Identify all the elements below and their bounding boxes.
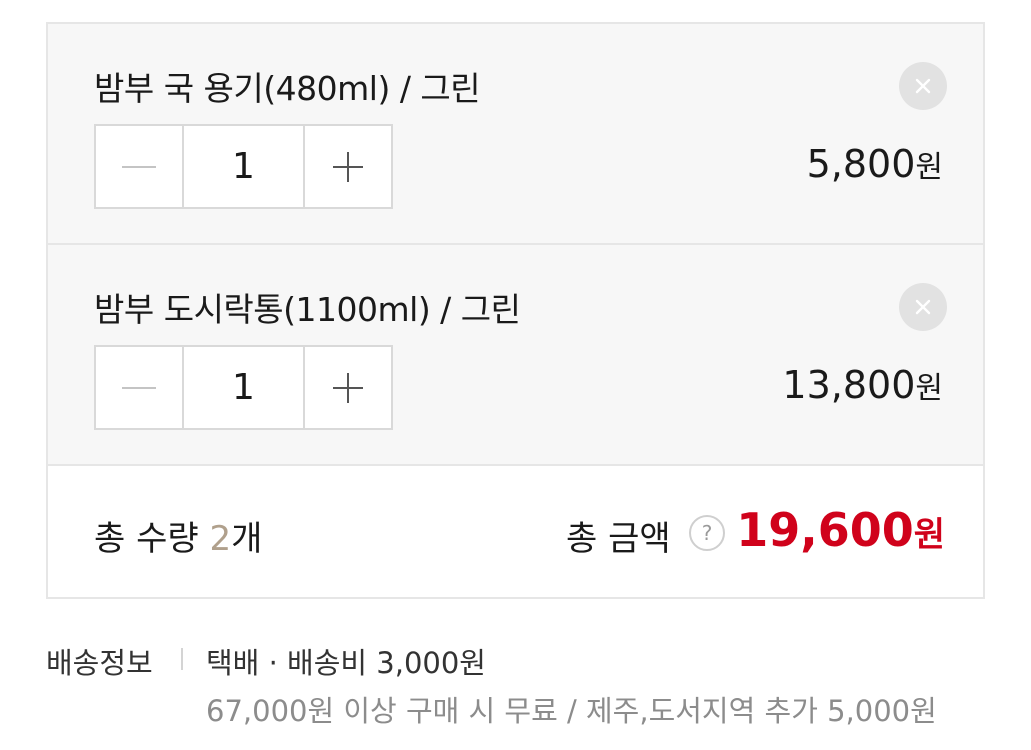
decrease-quantity-button[interactable] <box>96 347 182 428</box>
quantity-stepper: 1 <box>94 124 393 209</box>
item-price-currency: 원 <box>915 371 943 406</box>
total-quantity-label: 총 수량 <box>94 519 199 559</box>
quantity-stepper: 1 <box>94 345 393 430</box>
plus-icon <box>333 372 363 403</box>
item-price-value: 13,800 <box>782 363 916 407</box>
shipping-method: 택배 · 배송비 3,000원 <box>206 646 486 680</box>
item-price-currency: 원 <box>915 150 943 185</box>
increase-quantity-button[interactable] <box>305 126 391 207</box>
remove-item-button[interactable] <box>899 62 947 110</box>
close-icon <box>915 299 931 315</box>
shipping-info-label: 배송정보 <box>46 646 153 680</box>
quantity-value[interactable]: 1 <box>182 347 305 428</box>
total-amount-value: 19,600 <box>736 503 914 557</box>
cart-item: 밤부 국 용기(480ml) / 그린 1 5,800원 <box>48 24 983 245</box>
item-name: 밤부 도시락통(1100ml) / 그린 <box>94 290 521 329</box>
shipping-note: 67,000원 이상 구매 시 무료 / 제주,도서지역 추가 5,000원 <box>206 694 937 728</box>
close-icon <box>915 78 931 94</box>
minus-icon <box>122 386 156 389</box>
quantity-value[interactable]: 1 <box>182 126 305 207</box>
cart-summary-box: 밤부 국 용기(480ml) / 그린 1 5,800원 밤부 도시락통(110… <box>46 22 985 599</box>
help-icon[interactable]: ? <box>689 515 725 551</box>
remove-item-button[interactable] <box>899 283 947 331</box>
order-summary: 총 수량 2개 총 금액 ? 19,600원 <box>48 466 983 597</box>
total-quantity-unit: 개 <box>231 519 263 559</box>
total-quantity-value: 2 <box>209 519 232 559</box>
total-amount-label: 총 금액 <box>566 519 671 559</box>
item-name: 밤부 국 용기(480ml) / 그린 <box>94 69 481 108</box>
total-amount: 19,600원 <box>736 503 945 557</box>
shipping-divider <box>181 648 183 670</box>
total-quantity: 총 수량 2개 <box>94 511 262 560</box>
item-price: 5,800원 <box>807 142 943 186</box>
total-amount-currency: 원 <box>913 515 945 555</box>
increase-quantity-button[interactable] <box>305 347 391 428</box>
cart-item: 밤부 도시락통(1100ml) / 그린 1 13,800원 <box>48 245 983 466</box>
item-price: 13,800원 <box>782 363 943 407</box>
decrease-quantity-button[interactable] <box>96 126 182 207</box>
item-price-value: 5,800 <box>806 142 916 186</box>
plus-icon <box>333 151 363 182</box>
minus-icon <box>122 165 156 168</box>
